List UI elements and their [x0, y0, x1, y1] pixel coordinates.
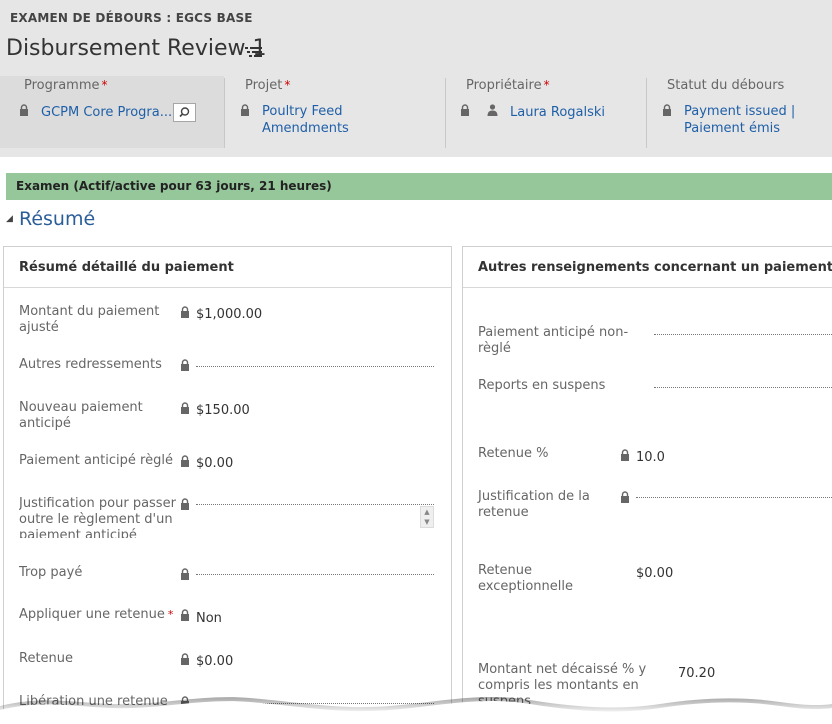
lock-icon — [621, 449, 629, 461]
field-label: Trop payé — [19, 565, 83, 580]
field-row-trop-paye[interactable]: Trop payé — [19, 565, 439, 585]
required-marker: * — [167, 608, 174, 621]
header-field-proprietaire: Propriétaire * Laura Rogalski — [445, 76, 646, 148]
field-value: $1,000.00 — [196, 307, 263, 322]
field-label: Justification pour passer outre le règle… — [19, 496, 176, 538]
lock-icon — [181, 306, 189, 318]
search-icon — [179, 107, 190, 118]
lock-icon — [663, 104, 671, 116]
field-label: Reports en suspens — [478, 378, 606, 393]
field-row-appliquer-retenue[interactable]: Appliquer une retenue * Non — [19, 607, 439, 627]
panel-header: Autres renseignements concernant un paie… — [463, 247, 832, 288]
field-row-autres-redressements[interactable]: Autres redressements — [19, 357, 439, 377]
owner-link[interactable]: Laura Rogalski — [510, 104, 605, 121]
header-field-projet: Projet * Poultry Feed Amendments — [224, 76, 445, 148]
lock-icon — [181, 568, 189, 580]
panel-header: Résumé détaillé du paiement — [4, 247, 451, 288]
field-label: Montant du paiement ajusté — [19, 304, 160, 335]
lock-icon — [181, 359, 189, 371]
lock-icon — [181, 455, 189, 467]
lock-icon — [181, 653, 189, 665]
user-icon — [487, 104, 498, 116]
lock-icon — [20, 104, 28, 116]
field-row-retenue-pct[interactable]: Retenue % 10.0 — [478, 446, 832, 466]
header-field-programme: Programme * GCPM Core Progra... — [0, 76, 224, 148]
torn-edge-decoration — [0, 696, 832, 724]
field-label: Justification de la retenue — [478, 489, 590, 520]
empty-value-line — [654, 387, 832, 388]
lock-icon — [241, 104, 249, 116]
statut-line1: Payment issued | — [684, 104, 796, 119]
required-marker: * — [284, 78, 291, 92]
field-row-reports-suspens[interactable]: Reports en suspens — [478, 378, 832, 398]
record-title: Disbursement Review 1 — [6, 36, 267, 61]
section-title[interactable]: Résumé — [19, 208, 95, 230]
proprietaire-label: Propriétaire — [466, 78, 542, 93]
lookup-button[interactable] — [173, 103, 196, 122]
header-field-statut: Statut du débours Payment issued | Paiem… — [646, 76, 832, 148]
right-panel: Autres renseignements concernant un paie… — [462, 246, 832, 724]
field-value: $0.00 — [196, 654, 234, 669]
field-value: 10.0 — [636, 450, 665, 465]
panel-title: Résumé détaillé du paiement — [19, 260, 234, 275]
empty-value-line — [196, 504, 434, 505]
lock-icon — [181, 609, 189, 621]
field-value: Non — [196, 611, 222, 626]
field-row-retenue-exceptionnelle[interactable]: Retenue exceptionnelle $0.00 — [478, 563, 832, 603]
projet-link-line1: Poultry Feed — [262, 104, 343, 119]
field-value: $0.00 — [636, 566, 674, 581]
programme-link[interactable]: GCPM Core Progra... — [41, 104, 172, 121]
field-row-justification[interactable]: Justification pour passer outre le règle… — [19, 496, 439, 538]
left-panel: Résumé détaillé du paiement Montant du p… — [3, 246, 452, 724]
empty-value-line — [196, 574, 434, 575]
required-marker: * — [101, 78, 108, 92]
field-label: Nouveau paiement anticipé — [19, 400, 143, 431]
statut-label: Statut du débours — [667, 78, 785, 93]
record-header: EXAMEN DE DÉBOURS : EGCS BASE Disburseme… — [0, 0, 832, 157]
menu-icon[interactable] — [245, 45, 263, 59]
section-collapse-icon[interactable]: ◢ — [6, 214, 13, 224]
field-label: Appliquer une retenue — [19, 607, 165, 622]
field-label: Paiement anticipé règlé — [19, 453, 173, 468]
projet-link-line2: Amendments — [262, 121, 349, 136]
empty-value-line — [636, 497, 832, 498]
field-row-nouveau-paiement[interactable]: Nouveau paiement anticipé $150.00 — [19, 400, 439, 440]
field-label: Retenue % — [478, 446, 549, 461]
field-value: $150.00 — [196, 403, 250, 418]
process-status-bar: Examen (Actif/active pour 63 jours, 21 h… — [6, 173, 832, 200]
statut-line2: Paiement émis — [684, 121, 781, 136]
entity-type-label: EXAMEN DE DÉBOURS : EGCS BASE — [10, 11, 253, 25]
field-row-montant[interactable]: Montant du paiement ajusté $1,000.00 — [19, 304, 439, 344]
field-label: Autres redressements — [19, 357, 162, 372]
field-row-justification-retenue[interactable]: Justification de la retenue — [478, 489, 832, 529]
projet-label: Projet — [245, 78, 283, 93]
required-marker: * — [543, 78, 550, 92]
lock-icon — [181, 402, 189, 414]
field-row-paiement-regle[interactable]: Paiement anticipé règlé $0.00 — [19, 453, 439, 473]
lock-icon — [461, 104, 469, 116]
field-row-retenue[interactable]: Retenue $0.00 — [19, 651, 439, 671]
empty-value-line — [654, 334, 832, 335]
field-label: Retenue — [19, 651, 74, 666]
empty-value-line — [196, 366, 434, 367]
panel-title: Autres renseignements concernant un paie… — [478, 260, 832, 275]
lock-icon — [181, 498, 189, 510]
scroll-arrows-icon[interactable]: ▲ ▼ — [420, 506, 434, 528]
projet-link[interactable]: Poultry Feed Amendments — [262, 103, 349, 137]
status-text: Examen (Actif/active pour 63 jours, 21 h… — [16, 179, 332, 193]
field-label: Paiement anticipé non- règlé — [478, 325, 629, 356]
field-value: $0.00 — [196, 456, 234, 471]
programme-label: Programme — [24, 78, 100, 93]
field-label: Retenue exceptionnelle — [478, 563, 573, 594]
statut-link[interactable]: Payment issued | Paiement émis — [684, 103, 795, 137]
field-row-paiement-non-regle[interactable]: Paiement anticipé non- règlé — [478, 325, 832, 365]
lock-icon — [621, 491, 629, 503]
